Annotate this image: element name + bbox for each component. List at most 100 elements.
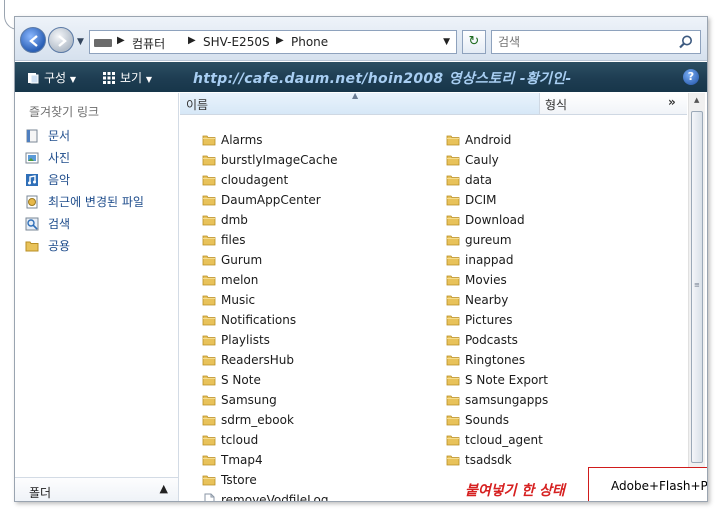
list-item[interactable]: S Note (202, 373, 261, 391)
folder-icon (202, 155, 216, 166)
list-item[interactable]: melon (202, 273, 258, 291)
list-item-label: Movies (465, 273, 507, 287)
breadcrumb-separator[interactable]: ▶ (188, 35, 196, 46)
list-item[interactable]: dmb (202, 213, 248, 231)
list-item[interactable]: Download (446, 213, 525, 231)
folder-icon (202, 415, 216, 426)
list-item-label: tsadsdk (465, 453, 512, 467)
list-item[interactable]: inappad (446, 253, 514, 271)
list-item-label: DCIM (465, 193, 497, 207)
file-icon (204, 493, 215, 501)
list-item-label: Sounds (465, 413, 510, 427)
list-item[interactable]: tcloud (202, 433, 258, 451)
help-icon[interactable]: ? (683, 69, 699, 85)
scroll-up-arrow-icon[interactable]: ▲ (694, 96, 699, 104)
view-grid-icon (103, 72, 115, 84)
folders-toggle[interactable]: 폴더 ▲ (15, 477, 178, 501)
list-item[interactable]: data (446, 173, 492, 191)
chevron-down-icon: ▼ (145, 75, 153, 84)
search-icon[interactable] (678, 34, 694, 50)
list-item[interactable]: Movies (446, 273, 507, 291)
list-item[interactable]: Alarms (202, 133, 263, 151)
list-item[interactable]: cloudagent (202, 173, 288, 191)
drive-icon (94, 39, 112, 47)
folders-label: 폴더 (29, 486, 52, 500)
list-item[interactable]: Gurum (202, 253, 262, 271)
list-item-label: S Note Export (465, 373, 548, 387)
list-item[interactable]: DaumAppCenter (202, 193, 321, 211)
scroll-thumb[interactable]: ≡ (691, 111, 703, 463)
breadcrumb-device[interactable]: SHV-E250S (203, 35, 270, 49)
refresh-icon: ↻ (468, 34, 480, 49)
list-item[interactable]: sdrm_ebook (202, 413, 294, 431)
folder-icon (202, 295, 216, 306)
list-item[interactable]: Sounds (446, 413, 509, 431)
list-item[interactable]: gureum (446, 233, 512, 251)
folder-icon (446, 215, 460, 226)
breadcrumb-computer[interactable]: 컴퓨터 (132, 35, 165, 52)
pasted-file-name: Adobe+Flash+Player+11_11.1.115.27 (611, 479, 708, 493)
breadcrumb-separator[interactable]: ▶ (276, 35, 284, 46)
list-item[interactable]: S Note Export (446, 373, 548, 391)
fav-link-music[interactable]: 음악 (25, 171, 70, 188)
list-item[interactable]: Android (446, 133, 511, 151)
list-item[interactable]: Pictures (446, 313, 513, 331)
refresh-button[interactable]: ↻ (462, 30, 486, 54)
list-item-label: sdrm_ebook (221, 413, 294, 427)
list-item[interactable]: Cauly (446, 153, 499, 171)
list-item[interactable]: ReadersHub (202, 353, 294, 371)
back-button[interactable] (20, 27, 46, 53)
list-item-label: Playlists (221, 333, 270, 347)
list-item[interactable]: DCIM (446, 193, 497, 211)
organize-button[interactable]: 구성 ▼ (27, 69, 76, 86)
column-header-name[interactable]: 이름 ▲ (180, 91, 540, 114)
list-item-label: removeVodfileLog (221, 493, 329, 502)
list-item-label: burstlyImageCache (221, 153, 338, 167)
fav-link-pictures[interactable]: 사진 (25, 149, 70, 166)
list-item[interactable]: Notifications (202, 313, 296, 331)
chevron-up-icon: ▲ (159, 482, 168, 495)
list-item[interactable]: Nearby (446, 293, 508, 311)
folder-icon (446, 455, 460, 466)
list-item-label: ReadersHub (221, 353, 294, 367)
list-item[interactable]: tsadsdk (446, 453, 512, 471)
address-dropdown[interactable]: ▼ (443, 37, 450, 47)
list-item[interactable]: Podcasts (446, 333, 518, 351)
vertical-scrollbar[interactable]: ▲ ≡ ▼ (688, 93, 705, 501)
list-item[interactable]: tcloud_agent (446, 433, 543, 451)
list-item[interactable]: Playlists (202, 333, 270, 351)
list-item[interactable]: Tstore (202, 473, 257, 491)
folder-icon (202, 195, 216, 206)
list-item[interactable]: Music (202, 293, 255, 311)
fav-link-public[interactable]: 공용 (25, 237, 70, 254)
list-item[interactable]: Samsung (202, 393, 277, 411)
organize-icon (28, 73, 39, 84)
list-item[interactable]: Ringtones (446, 353, 525, 371)
list-item[interactable]: burstlyImageCache (202, 153, 337, 171)
list-item[interactable]: files (202, 233, 246, 251)
folder-icon (202, 235, 216, 246)
list-item[interactable]: Tmap4 (202, 453, 263, 471)
fav-link-search[interactable]: 검색 (25, 215, 70, 232)
more-columns-button[interactable]: » (668, 95, 676, 109)
list-item-label: Music (221, 293, 256, 307)
search-box (491, 30, 701, 54)
fav-link-documents[interactable]: 문서 (25, 127, 70, 144)
view-button[interactable]: 보기 ▼ (103, 69, 152, 86)
fav-link-recent[interactable]: 최근에 변경된 파일 (25, 193, 144, 210)
folder-icon (202, 375, 216, 386)
breadcrumb-phone[interactable]: Phone (291, 35, 328, 49)
folder-icon (446, 315, 460, 326)
list-item[interactable]: removeVodfileLog (202, 493, 329, 502)
search-input[interactable] (498, 32, 678, 52)
list-item[interactable]: samsungapps (446, 393, 548, 411)
grip-icon: ≡ (694, 281, 700, 289)
column-header-type[interactable]: 형식 (545, 96, 567, 113)
list-item-label: S Note (221, 373, 261, 387)
fav-link-label: 최근에 변경된 파일 (48, 195, 144, 209)
forward-button[interactable] (48, 27, 74, 53)
recent-pages-dropdown[interactable]: ▼ (77, 37, 84, 47)
breadcrumb-separator[interactable]: ▶ (117, 35, 125, 46)
list-item-label: Podcasts (465, 333, 518, 347)
address-bar[interactable]: ▶ 컴퓨터 ▶ SHV-E250S ▶ Phone ▼ (89, 30, 457, 54)
